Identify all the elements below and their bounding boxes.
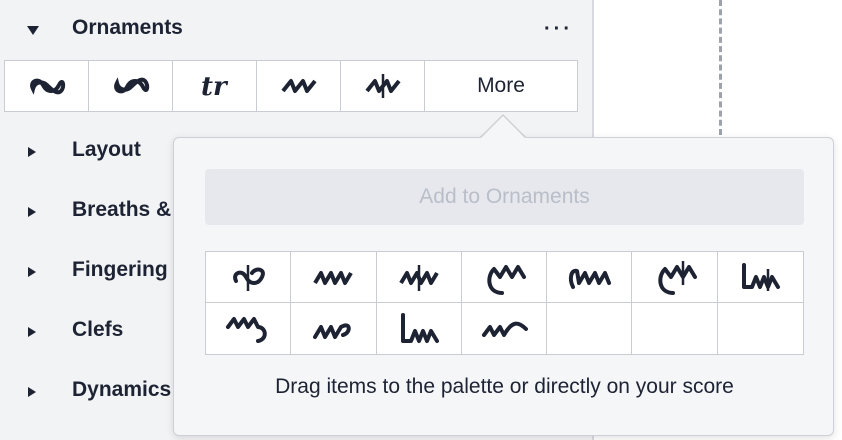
tremblement-icon — [313, 271, 354, 285]
prall-down-icon — [226, 316, 267, 343]
grid-cell-empty — [547, 303, 633, 354]
chevron-right-icon — [28, 207, 36, 217]
section-title: Layout — [72, 138, 141, 161]
pince-icon — [398, 265, 439, 291]
line-prall-icon — [742, 263, 781, 291]
grid-cell-line-prall-down[interactable] — [377, 303, 462, 354]
palette-cell-turn[interactable] — [5, 61, 89, 111]
grid-cell-empty — [718, 303, 803, 354]
chevron-down-icon — [27, 26, 39, 35]
inverted-turn-icon — [113, 77, 149, 94]
line-prall-down-icon — [400, 312, 439, 343]
ornament-palette: tr More — [4, 60, 578, 112]
section-title: Dynamics — [72, 378, 172, 401]
grid-cell-prall-up[interactable] — [461, 252, 548, 303]
section-title: Breaths & — [72, 198, 172, 221]
grid-cell-line-prall[interactable] — [717, 252, 803, 303]
palette-cell-trill[interactable]: tr — [173, 61, 257, 111]
short-trill-icon — [280, 79, 317, 93]
trill-icon: tr — [201, 72, 229, 101]
section-title: Ornaments — [72, 16, 183, 39]
section-title: Fingering — [72, 258, 168, 281]
upprall-icon — [569, 268, 612, 289]
chevron-right-icon — [28, 147, 36, 157]
more-options-icon[interactable]: ··· — [544, 18, 573, 41]
palette-cell-inverted-turn[interactable] — [89, 61, 173, 111]
grid-cell-shake[interactable] — [291, 303, 377, 354]
ornament-grid — [205, 251, 804, 355]
palette-cell-mordent[interactable] — [341, 61, 425, 111]
page-boundary-line — [719, 0, 722, 135]
grid-cell-prall-down[interactable] — [206, 303, 292, 354]
popup-caret-fill — [481, 116, 525, 138]
more-button[interactable]: More — [425, 61, 577, 111]
schleifer-icon — [481, 321, 528, 337]
turn-icon — [29, 78, 65, 95]
turn-slash-icon — [233, 265, 266, 291]
svg-text:tr: tr — [201, 72, 229, 101]
palette-cell-short-trill[interactable] — [257, 61, 341, 111]
chevron-right-icon — [28, 267, 36, 277]
section-title: Clefs — [72, 318, 124, 341]
grid-cell-upprall[interactable] — [547, 252, 633, 303]
section-ornaments[interactable]: Ornaments ··· — [0, 10, 592, 50]
grid-cell-turn-slash[interactable] — [206, 252, 292, 303]
grid-cell-empty — [632, 303, 718, 354]
chevron-right-icon — [28, 327, 36, 337]
grid-cell-prall-mordent-up[interactable] — [632, 252, 718, 303]
mordent-icon — [364, 74, 401, 98]
prall-up-icon — [487, 265, 526, 295]
add-to-ornaments-button[interactable]: Add to Ornaments — [205, 169, 804, 225]
chevron-right-icon — [28, 387, 36, 397]
grid-cell-schleifer[interactable] — [462, 303, 548, 354]
grid-cell-pince[interactable] — [376, 252, 462, 303]
drag-hint-text: Drag items to the palette or directly on… — [275, 375, 734, 398]
shake-icon — [313, 322, 352, 339]
grid-cell-tremblement[interactable] — [291, 252, 377, 303]
prall-mordent-up-icon — [657, 261, 697, 295]
more-ornaments-popup: Add to Ornaments Drag items to the palet… — [173, 137, 834, 436]
